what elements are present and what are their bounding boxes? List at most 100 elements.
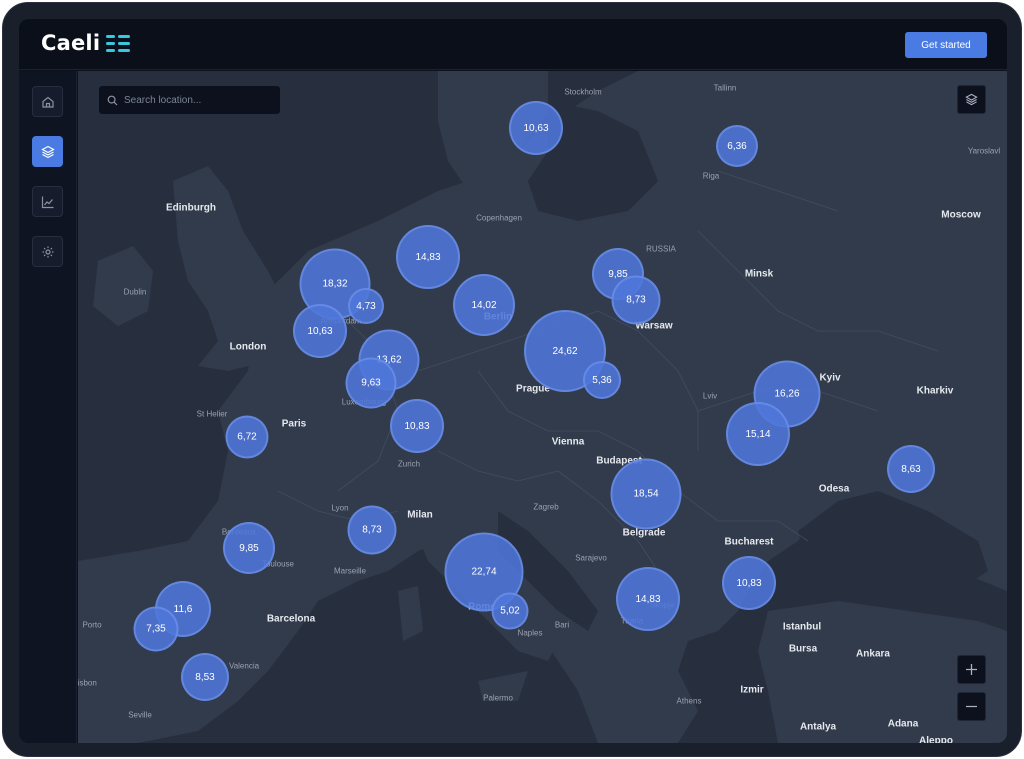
bubble-value: 18,32 bbox=[322, 278, 348, 290]
map-bubble[interactable]: 14,83 bbox=[396, 225, 460, 289]
search-box[interactable] bbox=[99, 86, 280, 114]
city-label: Vienna bbox=[551, 436, 585, 448]
map-bubble[interactable]: 5,02 bbox=[491, 592, 529, 630]
map-bubble[interactable]: 14,83 bbox=[616, 567, 680, 631]
sidebar-item-settings[interactable] bbox=[32, 236, 63, 267]
bubble-value: 8,73 bbox=[362, 524, 382, 536]
map-bubble[interactable]: 8,73 bbox=[611, 275, 661, 325]
map-bubble[interactable]: 14,02 bbox=[453, 274, 515, 336]
city-label: Antalya bbox=[799, 721, 837, 733]
city-label: Porto bbox=[82, 620, 102, 630]
bubble-value: 10,63 bbox=[307, 325, 333, 337]
city-label: Kyiv bbox=[819, 372, 841, 384]
map-view[interactable]: Stockholm Tallinn Yaroslavl Riga Edinburgh Co… bbox=[78, 71, 1007, 743]
bubble-value: 22,74 bbox=[471, 566, 497, 578]
city-label: Copenhagen bbox=[476, 213, 522, 223]
city-label: Seville bbox=[128, 710, 152, 720]
city-label: Stockholm bbox=[564, 87, 602, 97]
bubble-value: 10,83 bbox=[736, 577, 762, 589]
city-label: Edinburgh bbox=[166, 202, 216, 214]
search-input[interactable] bbox=[124, 94, 274, 106]
line-chart-icon bbox=[41, 196, 53, 208]
zoom-out-button[interactable] bbox=[957, 692, 986, 721]
map-bubble[interactable]: 8,73 bbox=[347, 505, 397, 555]
map-bubble[interactable]: 6,72 bbox=[225, 415, 269, 459]
bubble-value: 6,72 bbox=[237, 431, 257, 443]
sidebar-item-layers[interactable] bbox=[32, 136, 63, 167]
bubble-value: 5,36 bbox=[592, 374, 612, 386]
map-bubble[interactable]: 6,36 bbox=[716, 125, 758, 167]
city-label: Dublin bbox=[123, 287, 147, 297]
map-bubble[interactable]: 10,83 bbox=[722, 556, 776, 610]
city-label: Istanbul bbox=[782, 621, 822, 633]
bubble-value: 10,83 bbox=[404, 420, 430, 432]
city-label: Bari bbox=[554, 620, 570, 630]
sidebar-item-chart[interactable] bbox=[32, 186, 63, 217]
map-bubble[interactable]: 7,35 bbox=[133, 606, 179, 652]
bubble-value: 8,73 bbox=[626, 294, 646, 306]
map-bubble[interactable]: 10,63 bbox=[293, 304, 347, 358]
gear-icon bbox=[42, 246, 53, 257]
map-base-layer bbox=[78, 71, 1007, 743]
map-bubble[interactable]: 15,14 bbox=[726, 402, 790, 466]
city-label: Milan bbox=[407, 509, 433, 521]
map-bubble[interactable]: 4,73 bbox=[348, 288, 384, 324]
map-bubble[interactable]: 10,83 bbox=[390, 399, 444, 453]
device-frame: Caeli Get started Stockholm Tallinn Yaro… bbox=[2, 2, 1022, 757]
bubble-value: 5,02 bbox=[500, 605, 520, 617]
bubble-value: 8,63 bbox=[901, 463, 921, 475]
bubble-value: 8,53 bbox=[195, 671, 215, 683]
city-label: Paris bbox=[281, 418, 307, 430]
bubble-value: 7,35 bbox=[146, 623, 166, 635]
city-label: Naples bbox=[517, 628, 543, 638]
bubble-value: 15,14 bbox=[745, 428, 771, 440]
home-icon bbox=[41, 96, 54, 108]
map-bubble[interactable]: 10,63 bbox=[509, 101, 563, 155]
city-label: Barcelona bbox=[266, 613, 316, 625]
sidebar bbox=[19, 71, 77, 743]
map-bubble[interactable]: 18,54 bbox=[610, 458, 682, 530]
bubble-value: 11,6 bbox=[173, 603, 193, 615]
bubble-value: 16,26 bbox=[774, 388, 800, 400]
map-bubble[interactable]: 8,63 bbox=[887, 445, 935, 493]
city-label: Aleppo bbox=[919, 735, 953, 744]
plus-icon bbox=[966, 664, 977, 675]
map-bubble[interactable]: 8,53 bbox=[181, 653, 229, 701]
city-label: Bursa bbox=[788, 643, 818, 655]
search-icon bbox=[107, 95, 118, 105]
city-label: Kharkiv bbox=[916, 385, 954, 397]
city-label: Lviv bbox=[702, 391, 718, 401]
map-bubble[interactable]: 9,63 bbox=[345, 357, 397, 409]
top-bar: Caeli Get started bbox=[19, 19, 1007, 70]
brand-name: Caeli bbox=[41, 31, 101, 55]
get-started-button[interactable]: Get started bbox=[905, 32, 987, 58]
city-label: Tallinn bbox=[713, 83, 737, 93]
minus-icon bbox=[966, 705, 977, 708]
city-label: Minsk bbox=[744, 268, 774, 280]
map-layers-button[interactable] bbox=[957, 85, 986, 114]
layers-icon bbox=[965, 93, 978, 106]
city-label: RUSSIA bbox=[646, 244, 676, 254]
city-label: Palermo bbox=[483, 693, 513, 703]
city-label: Zurich bbox=[397, 459, 421, 469]
bubble-value: 6,36 bbox=[727, 140, 747, 152]
bubble-value: 24,62 bbox=[552, 345, 578, 357]
logo-mark-icon bbox=[106, 35, 131, 52]
zoom-in-button[interactable] bbox=[957, 655, 986, 684]
map-bubble[interactable]: 9,85 bbox=[223, 522, 275, 574]
city-label: Odesa bbox=[818, 483, 850, 495]
city-label: London bbox=[229, 341, 267, 353]
city-label: Moscow bbox=[941, 209, 981, 221]
city-label: Izmir bbox=[740, 684, 764, 696]
city-label: Yaroslavl bbox=[967, 146, 1001, 156]
bubble-value: 14,83 bbox=[415, 251, 441, 263]
city-label: Riga bbox=[702, 171, 720, 181]
city-label: St Helier bbox=[196, 409, 228, 419]
city-label: Athens bbox=[676, 696, 702, 706]
bubble-value: 9,63 bbox=[361, 377, 381, 389]
sidebar-item-home[interactable] bbox=[32, 86, 63, 117]
map-bubble[interactable]: 5,36 bbox=[583, 361, 621, 399]
city-label: Bucharest bbox=[724, 536, 774, 548]
logo[interactable]: Caeli bbox=[41, 31, 132, 55]
layers-icon bbox=[40, 145, 55, 158]
